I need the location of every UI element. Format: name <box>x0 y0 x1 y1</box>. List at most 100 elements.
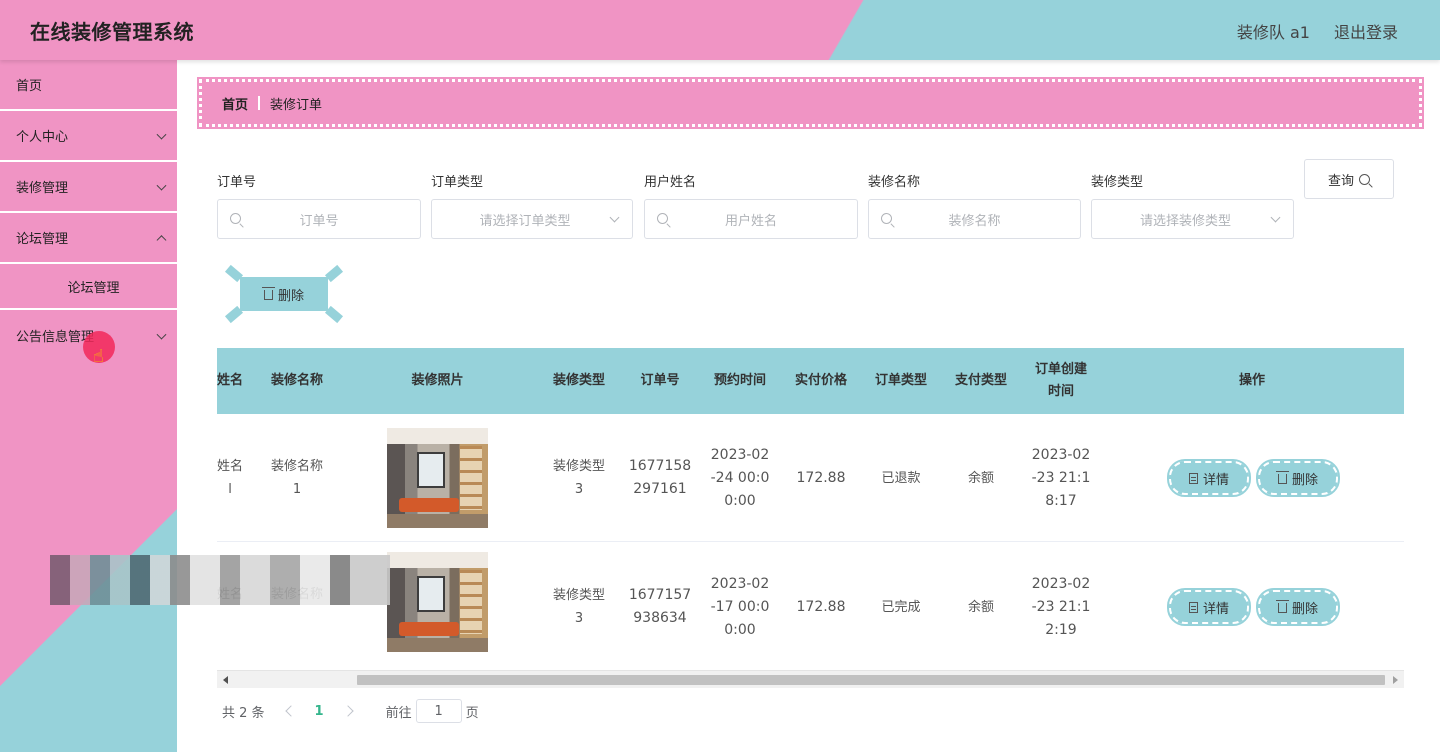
col-appointment: 预约时间 <box>713 373 766 388</box>
col-actions: 操作 <box>1238 373 1265 388</box>
bulk-delete-button[interactable]: 删除 <box>240 277 328 311</box>
detail-label: 详情 <box>1202 472 1229 488</box>
user-name-input[interactable]: 用户姓名 <box>644 199 858 239</box>
cell-reno-name: 装修名称 1 <box>270 459 323 497</box>
pagination-total: 共 2 条 <box>222 705 265 721</box>
reno-type-placeholder: 请选择装修类型 <box>1139 213 1231 229</box>
order-no-input[interactable]: 订单号 <box>217 199 421 239</box>
cell-photo <box>387 543 488 668</box>
col-reno-name: 装修名称 <box>270 373 323 388</box>
cell-price: 172.88 <box>796 598 846 615</box>
cell-order-type: 已完成 <box>881 599 921 615</box>
scroll-right-arrow-icon[interactable] <box>1393 676 1398 684</box>
cell-created: 2023-02 -23 21:1 2:19 <box>1031 575 1091 638</box>
col-reno-type: 装修类型 <box>552 373 605 388</box>
row-delete-label: 删除 <box>1291 472 1318 488</box>
sidebar-item-home[interactable]: 首页 <box>0 60 177 111</box>
detail-button[interactable]: 详情 <box>1167 588 1251 626</box>
sidebar-item-label: 公告信息管理 <box>16 330 95 345</box>
blurred-overlay <box>50 555 390 605</box>
trash-icon <box>1275 600 1289 613</box>
cell-reno-type: 装修类型 3 <box>552 459 605 497</box>
sidebar-item-label: 装修管理 <box>16 181 69 196</box>
query-button[interactable]: 查询 <box>1304 159 1394 199</box>
orders-table: 姓名 装修名称 装修照片 装修类型 订单号 预约时间 实付价格 订单类型 支付类… <box>217 348 1404 668</box>
chevron-down-icon <box>156 180 167 191</box>
col-reno-photo: 装修照片 <box>411 373 464 388</box>
breadcrumb-separator <box>258 96 261 110</box>
prev-page-icon[interactable] <box>284 705 297 717</box>
cell-name: 姓名 l <box>217 459 243 497</box>
detail-button[interactable]: 详情 <box>1167 459 1251 497</box>
order-type-label: 订单类型 <box>431 175 484 190</box>
chevron-down-icon <box>156 329 167 340</box>
sidebar: 首页 个人中心 装修管理 论坛管理 论坛管理 公告信息管理 ☝ <box>0 60 177 752</box>
row-delete-button[interactable]: 删除 <box>1256 459 1340 497</box>
reno-name-placeholder: 装修名称 <box>948 213 1001 229</box>
sidebar-item-forum-management[interactable]: 论坛管理 <box>0 213 177 264</box>
pagination: 共 2 条 1 前往 页 <box>222 699 479 723</box>
pagination-goto-input[interactable] <box>415 699 462 723</box>
scrollbar-thumb[interactable] <box>357 675 1385 685</box>
order-type-select[interactable]: 请选择订单类型 <box>431 199 633 239</box>
table-horizontal-scrollbar[interactable] <box>217 670 1404 688</box>
search-icon <box>657 213 668 224</box>
col-price: 实付价格 <box>794 373 847 388</box>
col-name: 姓名 <box>217 373 243 388</box>
col-order-type: 订单类型 <box>874 373 927 388</box>
document-icon <box>1188 601 1198 613</box>
logout-link[interactable]: 退出登录 <box>1334 19 1398 43</box>
search-icon <box>230 213 241 224</box>
scroll-left-arrow-icon[interactable] <box>223 676 228 684</box>
cell-appointment: 2023-02 -24 00:0 0:00 <box>710 446 770 509</box>
chevron-down-icon <box>609 212 620 223</box>
sidebar-subitem-forum-management[interactable]: 论坛管理 <box>0 264 177 310</box>
cell-appointment: 2023-02 -17 00:0 0:00 <box>710 575 770 638</box>
pagination-current-page[interactable]: 1 <box>315 704 324 719</box>
cell-order-no: 1677157 938634 <box>628 587 692 626</box>
bulk-delete-wrapper: 删除 <box>224 264 344 324</box>
cell-created: 2023-02 -23 21:1 8:17 <box>1031 446 1091 509</box>
cell-pay-type: 余额 <box>967 599 994 615</box>
table-header: 姓名 装修名称 装修照片 装修类型 订单号 预约时间 实付价格 订单类型 支付类… <box>217 348 1404 414</box>
pagination-goto-suffix: 页 <box>465 705 479 721</box>
user-name-label: 用户姓名 <box>644 175 697 190</box>
order-no-label: 订单号 <box>217 175 257 190</box>
row-delete-button[interactable]: 删除 <box>1256 588 1340 626</box>
cell-order-no: 1677158 297161 <box>628 458 692 497</box>
top-header: 在线装修管理系统 装修队 a1 退出登录 <box>0 0 1440 60</box>
user-name-placeholder: 用户姓名 <box>724 213 777 229</box>
search-icon <box>1359 173 1370 185</box>
sidebar-subitem-label: 论坛管理 <box>67 280 120 296</box>
current-user[interactable]: 装修队 a1 <box>1237 19 1310 43</box>
app-title: 在线装修管理系统 <box>30 20 194 44</box>
table-row[interactable]: 姓名 装修名称 装修类型 3 1677157 938634 2023-02 -1… <box>217 543 1404 668</box>
col-order-no: 订单号 <box>640 373 680 388</box>
document-icon <box>1188 472 1198 484</box>
reno-type-select[interactable]: 请选择装修类型 <box>1091 199 1294 239</box>
cell-price: 172.88 <box>796 469 846 486</box>
chevron-down-icon <box>156 129 167 140</box>
breadcrumb-home[interactable]: 首页 <box>222 94 248 113</box>
renovation-photo[interactable] <box>387 428 488 528</box>
order-type-placeholder: 请选择订单类型 <box>479 213 571 229</box>
sidebar-item-personal-center[interactable]: 个人中心 <box>0 111 177 162</box>
renovation-photo[interactable] <box>387 552 488 652</box>
cell-reno-type: 装修类型 3 <box>552 588 605 626</box>
reno-name-label: 装修名称 <box>868 175 921 190</box>
breadcrumb-current: 装修订单 <box>270 97 323 113</box>
sidebar-item-label: 首页 <box>16 79 43 94</box>
header-user-area: 装修队 a1 退出登录 <box>1237 19 1398 43</box>
trash-icon <box>1275 471 1289 484</box>
cell-photo <box>387 414 488 542</box>
col-created: 订单创建时间 <box>1034 362 1087 399</box>
next-page-icon[interactable] <box>341 705 354 717</box>
reno-name-input[interactable]: 装修名称 <box>868 199 1081 239</box>
query-button-label: 查询 <box>1327 173 1354 189</box>
table-row[interactable]: 姓名 l 装修名称 1 装修类型 3 1677158 297161 2023-0… <box>217 414 1404 542</box>
sidebar-item-label: 论坛管理 <box>16 232 69 247</box>
sidebar-item-renovation-management[interactable]: 装修管理 <box>0 162 177 213</box>
row-delete-label: 删除 <box>1291 601 1318 617</box>
cell-pay-type: 余额 <box>967 470 994 486</box>
col-pay-type: 支付类型 <box>954 373 1007 388</box>
